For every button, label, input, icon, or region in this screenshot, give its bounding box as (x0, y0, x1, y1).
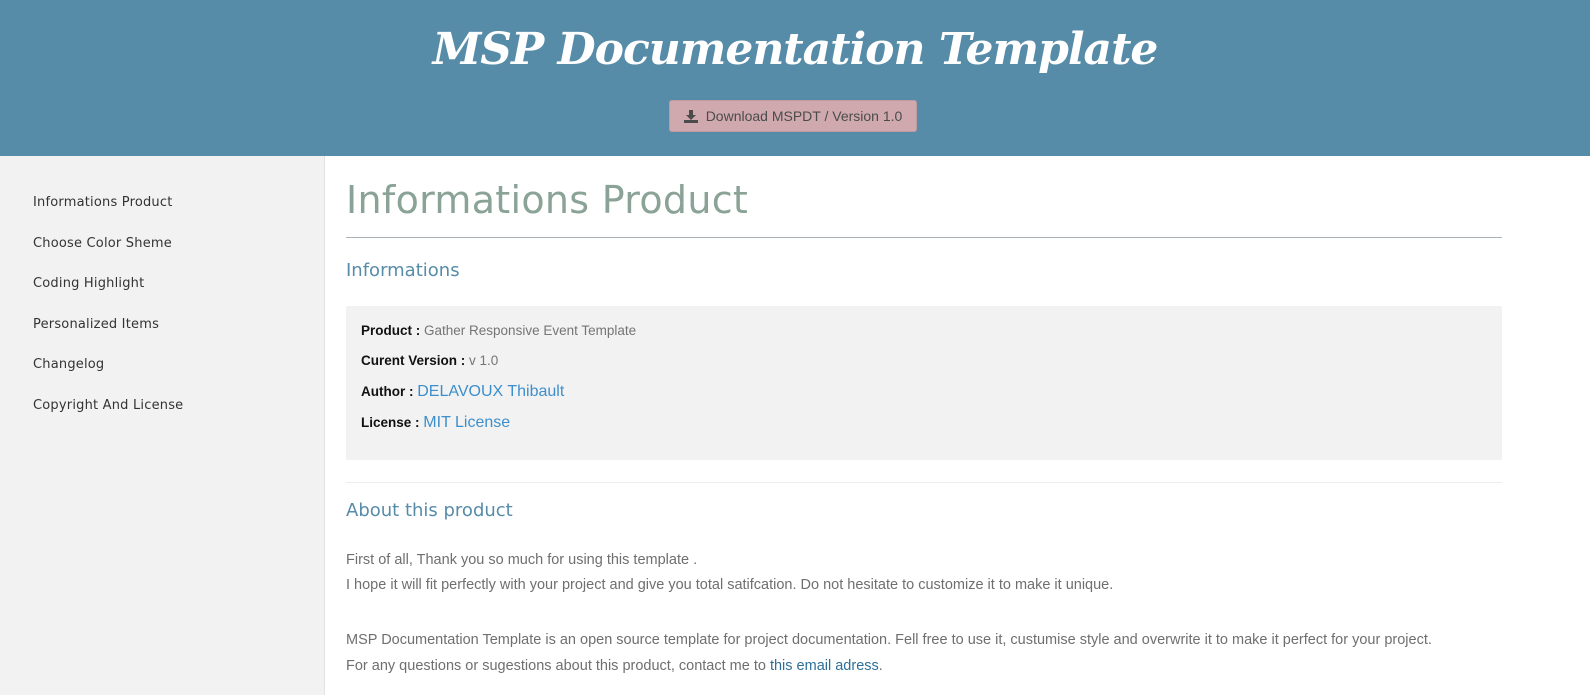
about-text-line: First of all, Thank you so much for usin… (346, 552, 698, 568)
sidebar-item-choose-color-sheme[interactable]: Choose Color Sheme (33, 236, 172, 251)
contact-suffix: . (878, 658, 883, 674)
about-text-line: I hope it will fit perfectly with your p… (346, 577, 1114, 593)
sidebar-item-personalized-items[interactable]: Personalized Items (33, 317, 159, 332)
download-icon (683, 109, 698, 123)
info-value: v 1.0 (469, 353, 499, 368)
about-text-line: MSP Documentation Template is an open so… (346, 632, 1432, 648)
site-title: MSP Documentation Template (432, 24, 1159, 75)
download-button-label: Download MSPDT / Version 1.0 (705, 108, 903, 124)
info-label: Author : (361, 384, 414, 399)
contact-text: For any questions or sugestions about th… (346, 658, 766, 674)
email-link[interactable]: this email adress (770, 658, 879, 674)
informations-box: Product : Gather Responsive Event Templa… (346, 306, 1502, 460)
sidebar: Informations Product Choose Color Sheme … (0, 156, 325, 695)
info-value: Gather Responsive Event Template (424, 323, 637, 338)
info-row-version: Curent Version : v 1.0 (361, 353, 498, 368)
info-label: License : (361, 415, 420, 430)
about-contact-line: For any questions or sugestions about th… (346, 658, 883, 674)
title-divider (346, 237, 1502, 238)
about-heading: About this product (346, 500, 513, 521)
sidebar-item-changelog[interactable]: Changelog (33, 357, 104, 372)
info-row-product: Product : Gather Responsive Event Templa… (361, 323, 636, 338)
info-row-license: License : MIT License (361, 414, 510, 432)
page-title: Informations Product (346, 178, 749, 222)
download-button[interactable]: Download MSPDT / Version 1.0 (669, 100, 917, 132)
sidebar-item-informations-product[interactable]: Informations Product (33, 195, 173, 210)
header: MSP Documentation Template Download MSPD… (0, 0, 1590, 156)
sidebar-item-copyright-and-license[interactable]: Copyright And License (33, 398, 183, 413)
author-link[interactable]: DELAVOUX Thibault (417, 383, 564, 400)
info-row-author: Author : DELAVOUX Thibault (361, 383, 564, 401)
sidebar-item-coding-highlight[interactable]: Coding Highlight (33, 276, 144, 291)
info-label: Product : (361, 323, 421, 338)
section-divider (346, 482, 1502, 483)
informations-heading: Informations (346, 260, 460, 281)
license-link[interactable]: MIT License (423, 414, 510, 431)
info-label: Curent Version : (361, 353, 466, 368)
